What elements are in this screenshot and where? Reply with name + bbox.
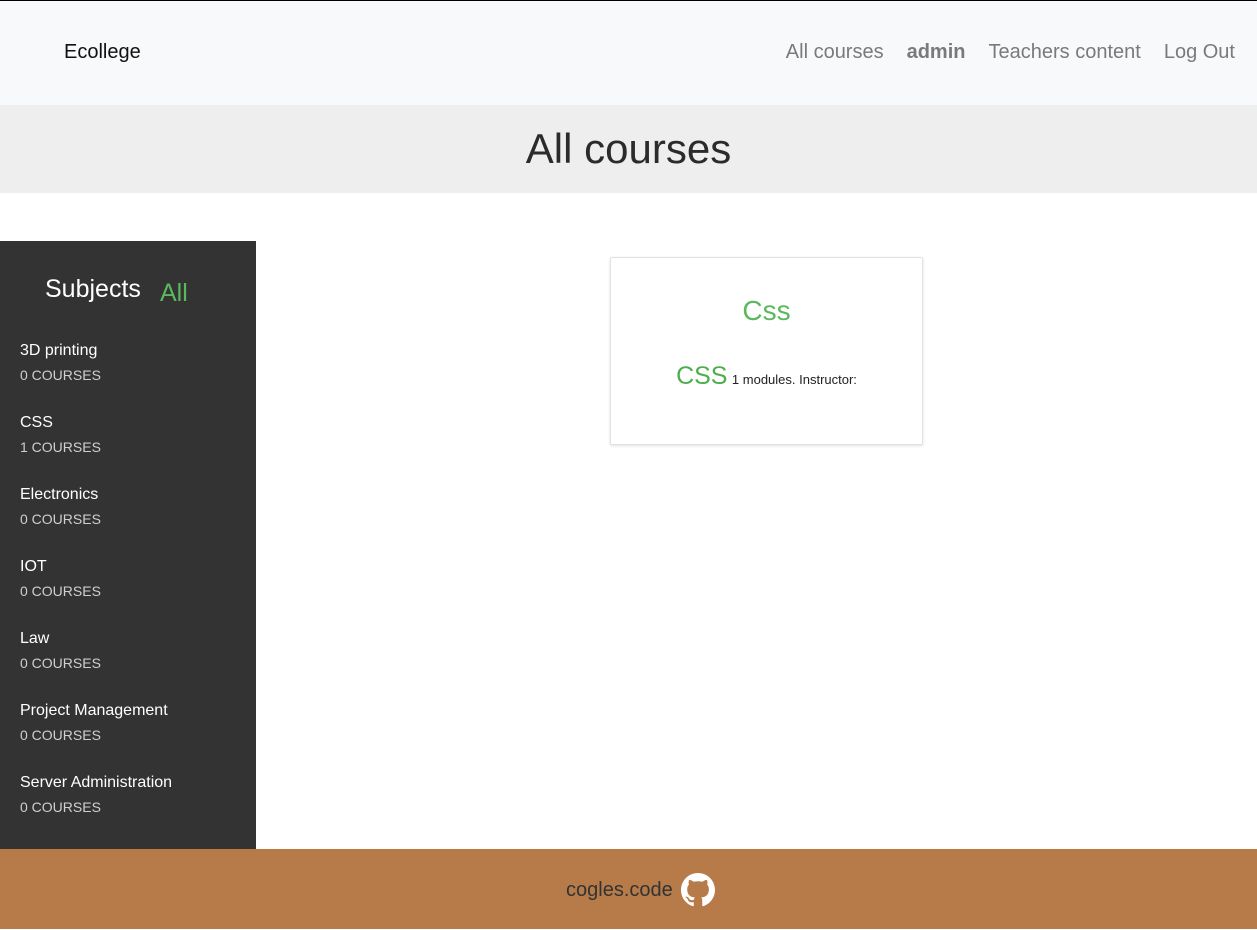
page-header: All courses xyxy=(0,105,1257,193)
subject-name: Law xyxy=(20,630,50,647)
nav-teachers-content[interactable]: Teachers content xyxy=(989,41,1141,64)
navbar: Ecollege All courses admin Teachers cont… xyxy=(0,1,1257,105)
subject-item-server-administration[interactable]: Server Administration 0 COURSES xyxy=(20,774,250,846)
github-icon[interactable] xyxy=(680,873,715,907)
subject-item-electronics[interactable]: Electronics 0 COURSES xyxy=(20,486,250,558)
subject-course-count: 0 COURSES xyxy=(20,799,101,815)
course-card: Css CSS 1 modules. Instructor: xyxy=(610,257,923,445)
sidebar-header: Subjects All xyxy=(45,275,188,307)
subject-name: 3D printing xyxy=(20,342,98,359)
nav-all-courses[interactable]: All courses xyxy=(786,41,884,64)
subject-item-css[interactable]: CSS 1 COURSES xyxy=(20,414,250,486)
nav-log-out[interactable]: Log Out xyxy=(1164,41,1235,64)
nav-admin[interactable]: admin xyxy=(907,41,966,64)
subject-name: Server Administration xyxy=(20,774,173,791)
footer-text: cogles.code xyxy=(566,878,673,901)
subject-name: Project Management xyxy=(20,702,168,719)
subject-course-count: 0 COURSES xyxy=(20,367,101,383)
nav-links: All courses admin Teachers content Log O… xyxy=(763,41,1235,64)
subject-list: 3D printing 0 COURSES CSS 1 COURSES Elec… xyxy=(20,342,250,846)
subjects-sidebar: Subjects All 3D printing 0 COURSES CSS 1… xyxy=(0,241,256,849)
subject-course-count: 0 COURSES xyxy=(20,583,101,599)
course-info: 1 modules. Instructor: xyxy=(731,372,857,387)
subject-course-count: 0 COURSES xyxy=(20,511,101,527)
subjects-title: Subjects xyxy=(45,275,141,303)
subject-item-project-management[interactable]: Project Management 0 COURSES xyxy=(20,702,250,774)
subject-name: IOT xyxy=(20,558,47,575)
subject-item-3d-printing[interactable]: 3D printing 0 COURSES xyxy=(20,342,250,414)
course-meta: CSS 1 modules. Instructor: xyxy=(611,362,922,391)
course-subject: CSS xyxy=(676,362,728,390)
subject-course-count: 0 COURSES xyxy=(20,727,101,743)
brand-link[interactable]: Ecollege xyxy=(64,41,141,64)
subject-name: Electronics xyxy=(20,486,99,503)
course-title-link[interactable]: Css xyxy=(611,295,922,327)
subject-name: CSS xyxy=(20,414,53,431)
subject-course-count: 0 COURSES xyxy=(20,655,101,671)
subjects-all-link[interactable]: All xyxy=(160,279,188,308)
footer: cogles.code xyxy=(0,849,1257,929)
subject-item-iot[interactable]: IOT 0 COURSES xyxy=(20,558,250,630)
subject-item-law[interactable]: Law 0 COURSES xyxy=(20,630,250,702)
footer-content: cogles.code xyxy=(566,873,715,907)
page-title: All courses xyxy=(525,125,732,172)
subject-course-count: 1 COURSES xyxy=(20,439,101,455)
